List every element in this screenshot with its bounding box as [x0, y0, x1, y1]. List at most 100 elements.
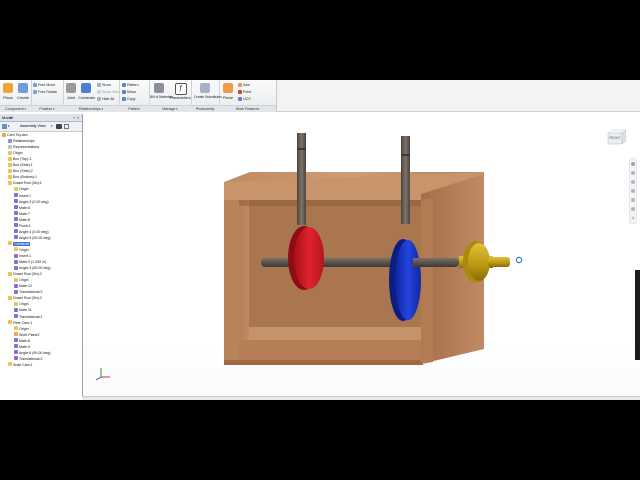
orbit-icon[interactable] [629, 187, 637, 196]
hide-all-button[interactable]: Hide All [97, 96, 114, 102]
pan-icon[interactable] [629, 169, 637, 178]
joint-button[interactable]: Joint [64, 81, 78, 103]
tree-item-label: Origin [19, 247, 29, 252]
tree-item-label: Flush:1 [19, 223, 31, 228]
tree-item-label: Snail Cam:1 [13, 362, 33, 367]
browser-header: Model ▾ + × [0, 114, 82, 122]
tree-item-label: Angle:3 (0.00 deg) [19, 199, 49, 204]
ucs-button[interactable]: UCS [238, 96, 251, 102]
view-selector[interactable]: Assembly View [20, 122, 46, 131]
constraint-icon [14, 356, 18, 361]
part-icon [8, 174, 12, 179]
tree-item-component[interactable]: Snail Cam:1 [8, 362, 33, 368]
create-button[interactable]: Create [16, 81, 30, 103]
show-button[interactable]: Show [97, 82, 111, 88]
plane-button[interactable]: Plane [221, 81, 235, 103]
tree-item-label: Work Plane2 [19, 332, 40, 337]
box-inner-shadow [239, 200, 421, 206]
mirror-button[interactable]: Mirror [122, 89, 136, 95]
graphics-viewport[interactable]: FRONT [83, 112, 640, 398]
close-icon[interactable]: × [77, 114, 79, 121]
tree-item-label: Dowel Rod (3in):1 [13, 181, 42, 186]
constrain-label: Constrain [78, 95, 96, 100]
tree-item-label: Origin [19, 302, 29, 307]
show-sick-label: Show Sick [102, 90, 119, 94]
zoom-all-icon[interactable] [629, 205, 637, 214]
look-at-icon[interactable] [629, 196, 637, 205]
tree-item-label: Angle:4 (0.00 deg) [19, 229, 49, 234]
constraint-icon [14, 229, 18, 234]
workplane-icon [14, 332, 18, 337]
panel-relationships: Joint Constrain Show Show Sick Hide All … [63, 80, 120, 112]
point-label: Point [243, 90, 252, 94]
create-substitutes-label: Create Substitutes [194, 95, 222, 99]
tree-item-label: Insert:1 [19, 254, 31, 258]
constraint-icon [14, 193, 18, 197]
part-icon [8, 156, 12, 161]
constrain-button[interactable]: Constrain [78, 81, 96, 103]
folder-icon [14, 247, 18, 252]
panel-title-manage[interactable]: Manage [149, 105, 191, 112]
constraint-icon [14, 205, 18, 210]
zoom-icon[interactable] [629, 178, 637, 187]
axis-label: Axis [243, 83, 250, 87]
parameters-button[interactable]: ƒ Parameters [170, 81, 191, 103]
box-right-front-edge [421, 198, 433, 364]
add-tab-icon[interactable]: + [73, 114, 75, 121]
tree-item-label: Mate:9 [19, 344, 30, 349]
pattern-button[interactable]: Pattern [122, 82, 139, 88]
tree-item-label: Box (Side):2 [13, 169, 33, 174]
axis-button[interactable]: Axis [238, 82, 250, 88]
box-bottom-edge [224, 360, 423, 365]
part-icon [8, 162, 12, 167]
tree-item-label: Relationships [13, 139, 35, 144]
filter-dropdown-icon[interactable]: ▾ [8, 122, 10, 131]
tree-item-label: Mate:11 [19, 308, 32, 313]
tree-item-label: Translational:2 [19, 290, 43, 295]
view-dropdown-icon[interactable]: ▾ [51, 122, 53, 131]
assembly-icon [2, 132, 6, 137]
binoculars-icon[interactable] [56, 124, 62, 129]
free-rotate-button[interactable]: Free Rotate [33, 89, 57, 95]
dropdown-arrow-icon[interactable]: ▾ [10, 114, 12, 121]
menu-icon[interactable] [64, 124, 69, 129]
part-icon [8, 271, 12, 276]
copy-button[interactable]: Copy [122, 96, 135, 102]
constraint-icon [14, 289, 18, 294]
substitutes-icon [200, 83, 210, 93]
constrain-icon [81, 83, 91, 93]
inventor-window: Place Create Component Free Move Free Ro… [0, 80, 640, 400]
panel-title-relationships[interactable]: Relationships [63, 105, 119, 112]
filter-icon[interactable] [2, 124, 7, 129]
part-icon [8, 295, 12, 300]
tree-item-label: Pear Cam:1 [13, 320, 33, 325]
panel-title-position[interactable]: Position [31, 105, 63, 112]
folder-icon [8, 150, 12, 155]
browser-toolbar: ▾ Assembly View ▾ [0, 122, 82, 132]
full-navigation-wheel-icon[interactable] [629, 158, 637, 169]
constraint-icon [14, 265, 18, 270]
point-button[interactable]: Point [238, 89, 251, 95]
constraint-icon [14, 307, 18, 312]
box-bottom-top [249, 327, 421, 340]
ribbon: Place Create Component Free Move Free Ro… [0, 80, 640, 112]
place-button[interactable]: Place [1, 81, 15, 103]
free-move-button[interactable]: Free Move [33, 82, 55, 88]
create-label: Create [16, 95, 29, 100]
panel-title-component[interactable]: Component [0, 105, 31, 112]
bom-button[interactable]: Bill of Materials [150, 81, 173, 103]
panel-position: Free Move Free Rotate Position [31, 80, 64, 112]
pattern-label: Pattern [127, 83, 139, 87]
panel-title-productivity: Productivity [191, 105, 219, 112]
part-icon [8, 320, 12, 325]
part-icon [8, 362, 12, 367]
tree-item-label: Representations [13, 145, 40, 150]
show-sick-button[interactable]: Show Sick [97, 89, 119, 95]
constraint-icon [14, 350, 18, 355]
plane-label: Plane [222, 95, 234, 100]
panel-productivity: Create Substitutes Productivity [191, 80, 222, 112]
create-substitutes-button[interactable]: Create Substitutes [194, 81, 222, 103]
viewcube[interactable]: FRONT [606, 129, 627, 145]
tree-item-label: Origin [19, 187, 29, 192]
constraint-icon [14, 283, 18, 288]
